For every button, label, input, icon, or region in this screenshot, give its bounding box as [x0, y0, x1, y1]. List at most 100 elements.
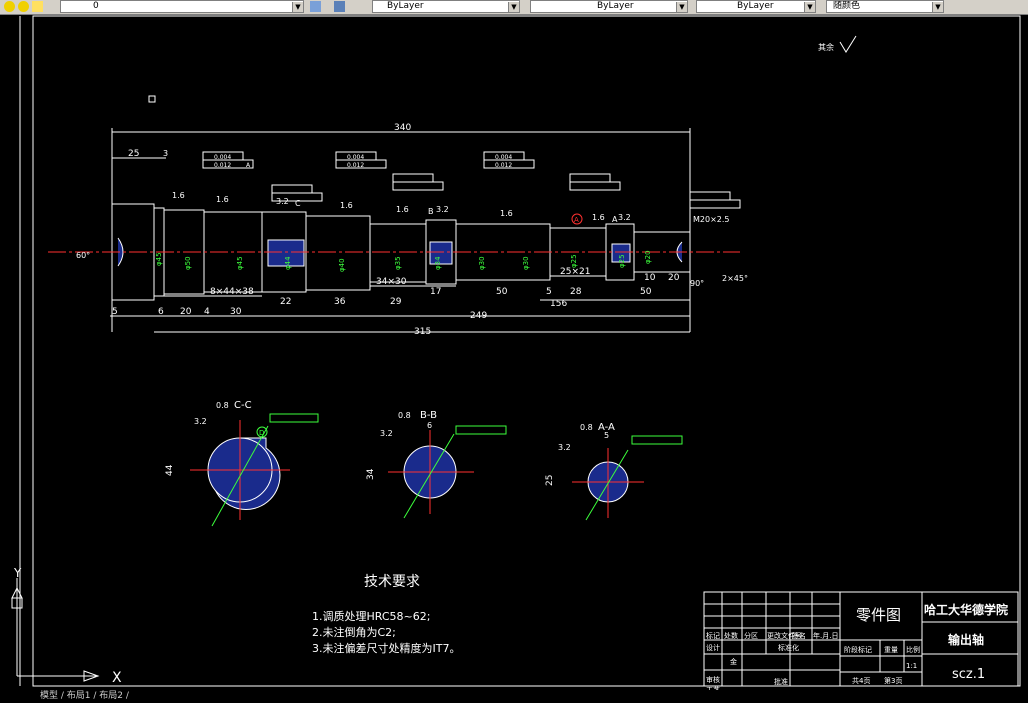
angle-90-label: 90° [690, 279, 704, 288]
color-control-value: ByLayer [387, 1, 424, 11]
ucs-icon [11, 578, 100, 682]
chevron-down-icon[interactable]: ▼ [292, 2, 303, 12]
dim-315-label: 315 [414, 327, 431, 337]
layers-manager-icon[interactable] [310, 1, 321, 12]
svg-text:3.2: 3.2 [380, 429, 393, 438]
tech-requirements-title: 技术要求 [364, 574, 420, 590]
diameter-label-6: φ35 [394, 256, 402, 270]
bottom-dim-1: 5 [112, 307, 118, 317]
plotstyle-control-dropdown[interactable]: 随颜色 ▼ [826, 0, 944, 13]
roughness-symbol [839, 35, 857, 53]
section-view-c: C-C 0.8 3.2 44 D [165, 400, 319, 527]
tb-total-sheets: 共4页 [852, 676, 870, 685]
layer-dropdown[interactable]: 0 ▼ [60, 0, 304, 13]
tb-header-2: 处数 [724, 631, 738, 640]
ucs-y-label: Y [13, 566, 22, 580]
tb-check: 审核 [706, 675, 720, 684]
diameter-label-4: φ44 [284, 256, 292, 270]
svg-text:3.2: 3.2 [558, 443, 571, 452]
bottom-dim-2: 6 [158, 307, 164, 317]
dim-156-label: 156 [550, 299, 567, 309]
svg-text:D: D [259, 429, 264, 437]
keyway-dim-b: 34×30 [376, 277, 407, 287]
gtol-value-3: 0.004 [347, 154, 364, 161]
model-layout-tabs[interactable]: 模型 / 布局1 / 布局2 / [0, 690, 1028, 703]
bottom-dim-4: 4 [204, 307, 210, 317]
layers-previous-icon[interactable] [334, 1, 345, 12]
tb-header-1: 标记 [706, 631, 720, 640]
roughness-7: 1.6 [500, 209, 513, 218]
layer-light-icon[interactable] [4, 1, 15, 12]
bottom-dim-13: 50 [640, 287, 652, 297]
datum-a-label: A [574, 216, 579, 224]
tb-standard: 标准化 [778, 643, 799, 652]
diameter-label-9: φ30 [522, 256, 530, 270]
layer-lock-icon[interactable] [32, 1, 43, 12]
linetype-control-value: ByLayer [597, 1, 634, 11]
tb-header-6: 年.月.日 [813, 631, 838, 640]
tech-requirement-2: 2.未注倒角为C2; [312, 625, 396, 639]
color-control-dropdown[interactable]: ByLayer ▼ [372, 0, 520, 13]
diameter-label-8: φ30 [478, 256, 486, 270]
keyway-dim-c: 8×44×38 [210, 287, 254, 297]
properties-toolbar: 0 ▼ ByLayer ▼ ByLayer ▼ ByLayer ▼ 随颜色 ▼ [0, 0, 1028, 15]
diameter-label-2: φ50 [184, 256, 192, 270]
diameter-label-12: φ20 [644, 250, 652, 264]
chevron-down-icon[interactable]: ▼ [508, 2, 519, 12]
bottom-dim-6: 22 [280, 297, 291, 307]
tech-requirement-1: 1.调质处理HRC58~62; [312, 610, 430, 623]
svg-text:0.8: 0.8 [216, 401, 229, 410]
bottom-dim-9: 17 [430, 287, 441, 297]
chevron-down-icon[interactable]: ▼ [932, 2, 943, 12]
bottom-dim-8: 29 [390, 297, 402, 307]
bottom-dim-7: 36 [334, 297, 346, 307]
diameter-label-1: φ45 [155, 252, 163, 266]
roughness-4: 1.6 [340, 201, 353, 210]
section-label-c: C [295, 199, 301, 208]
diameter-label-5: φ40 [338, 258, 346, 272]
plotstyle-control-value: 随颜色 [833, 1, 861, 11]
svg-text:44: 44 [165, 464, 175, 476]
chevron-down-icon[interactable]: ▼ [676, 2, 687, 12]
svg-text:0.8: 0.8 [398, 411, 411, 420]
tb-scale: 1:1 [906, 662, 917, 670]
svg-text:0.8: 0.8 [580, 423, 593, 432]
linetype-control-dropdown[interactable]: ByLayer ▼ [530, 0, 688, 13]
tb-weight: 重量 [884, 646, 898, 654]
drawing-canvas[interactable]: 其余 340 25 3 0.004 0.012 A 0.004 0.012 0.… [0, 14, 1028, 690]
dim-249-label: 249 [470, 311, 487, 321]
school-name: 哈工大华德学院 [924, 602, 1008, 617]
layer-value: 0 [93, 1, 99, 11]
layer-sun-icon[interactable] [18, 1, 29, 12]
bottom-dim-5: 30 [230, 307, 242, 317]
drawing-type: 零件图 [856, 606, 901, 624]
tb-header-3: 分区 [744, 631, 758, 640]
layout-tabs-text: 模型 / 布局1 / 布局2 / [40, 691, 129, 701]
roughness-9: 3.2 [618, 213, 631, 222]
bottom-dim-15: 20 [668, 273, 680, 283]
bottom-dim-3: 20 [180, 307, 192, 317]
lineweight-control-dropdown[interactable]: ByLayer ▼ [696, 0, 816, 13]
section-view-a: A-A 0.8 3.2 25 5 [545, 422, 683, 521]
roughness-2: 1.6 [216, 195, 229, 204]
chamfer-label: 2×45° [722, 274, 748, 283]
center-angle-label: 60° [76, 251, 90, 260]
thread-label: M20×2.5 [693, 215, 730, 224]
bottom-dim-11: 5 [546, 287, 552, 297]
tb-approve: 批准 [774, 677, 788, 686]
ucs-x-label: X [112, 670, 122, 686]
chevron-down-icon[interactable]: ▼ [804, 2, 815, 12]
gtol-value-1: 0.004 [214, 154, 231, 161]
diameter-label-3: φ45 [236, 256, 244, 270]
gtol-value-6: 0.012 [495, 162, 512, 169]
tb-scale-label: 比例 [906, 645, 920, 654]
part-name: 输出轴 [948, 632, 984, 647]
tb-stage: 阶段标记 [844, 645, 872, 654]
gtol-value-5: 0.004 [495, 154, 512, 161]
drawing-border [32, 15, 1021, 687]
drawing-number: scz.1 [952, 667, 985, 682]
roughness-5: 1.6 [396, 205, 409, 214]
svg-text:3.2: 3.2 [194, 417, 207, 426]
gtol-value-4: 0.012 [347, 162, 364, 169]
keyway-dim-a: 25×21 [560, 267, 590, 277]
